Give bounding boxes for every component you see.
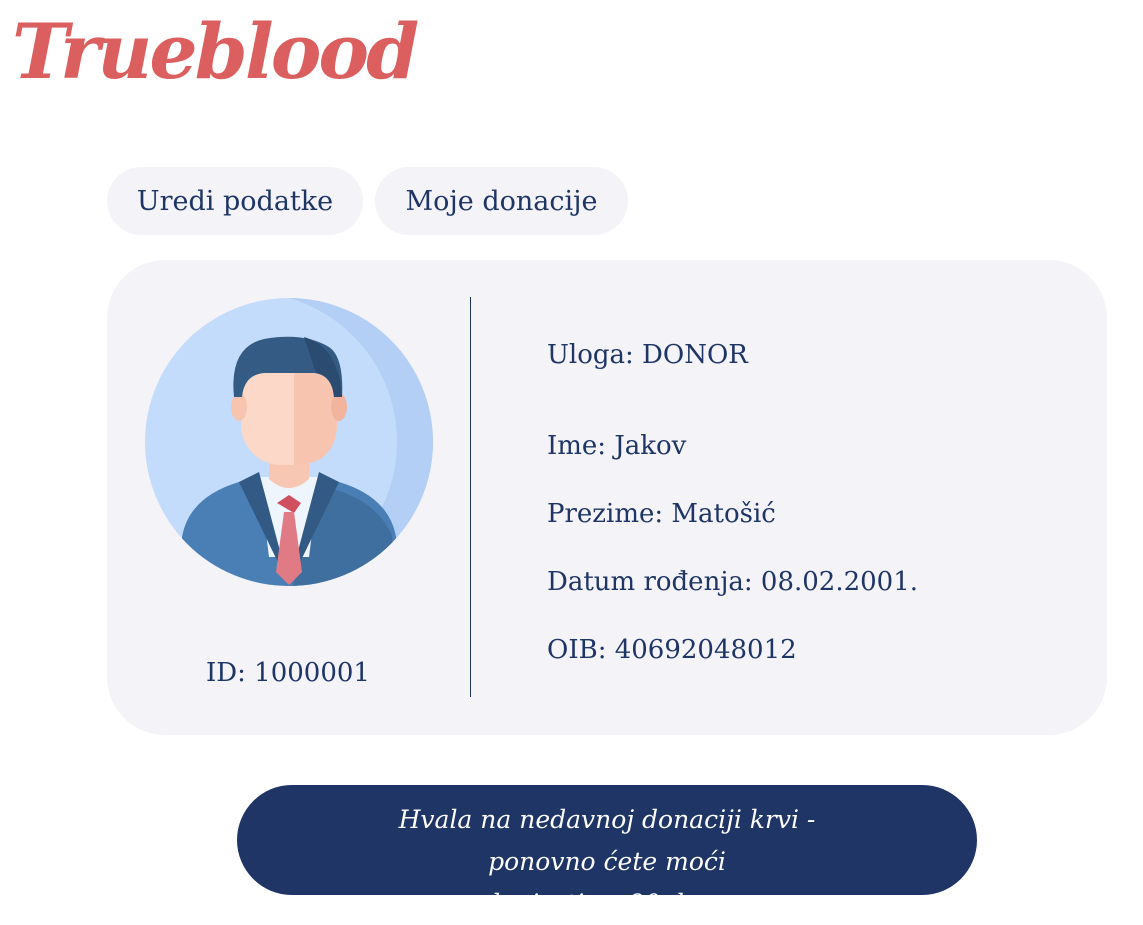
tab-edit-data[interactable]: Uredi podatke <box>107 167 363 235</box>
tab-edit-data-label: Uredi podatke <box>136 185 334 217</box>
person-avatar-icon <box>144 297 434 587</box>
brand-logo[interactable]: Trueblood <box>10 0 420 100</box>
tab-my-donations[interactable]: Moje donacije <box>375 167 628 235</box>
vertical-divider <box>470 297 471 697</box>
svg-text:Trueblood: Trueblood <box>12 7 418 96</box>
donation-notice-line-2: donirati za 90 dana <box>484 889 730 918</box>
donation-notice-line-1: Hvala na nedavnoj donaciji krvi - ponovn… <box>398 805 816 876</box>
profile-card: ID: 1000001 Uloga: DONOR Ime: Jakov Prez… <box>107 260 1107 735</box>
field-surname: Prezime: Matošić <box>547 499 776 529</box>
field-date-of-birth: Datum rođenja: 08.02.2001. <box>547 567 919 597</box>
field-role: Uloga: DONOR <box>547 340 748 370</box>
brand-logo-wordmark: Trueblood <box>12 7 420 96</box>
field-oib: OIB: 40692048012 <box>547 635 797 665</box>
tab-my-donations-label: Moje donacije <box>405 185 598 217</box>
donation-notice-banner: Hvala na nedavnoj donaciji krvi - ponovn… <box>237 785 977 918</box>
user-id: ID: 1000001 <box>147 658 429 688</box>
field-name: Ime: Jakov <box>547 431 687 461</box>
user-id-label: ID: <box>206 658 246 688</box>
user-id-value: 1000001 <box>254 658 370 688</box>
